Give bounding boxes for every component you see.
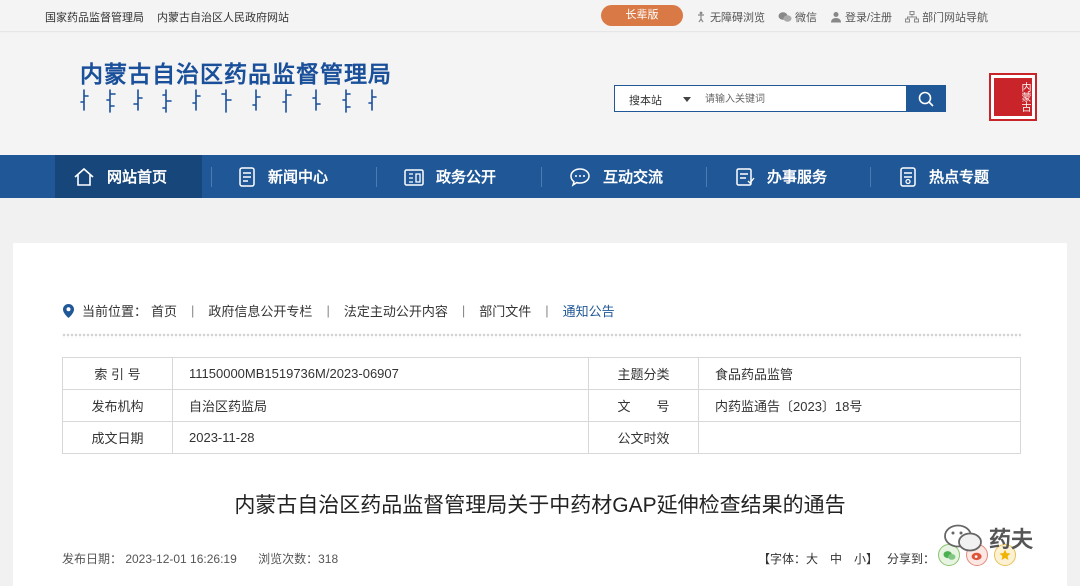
accessibility-icon <box>698 11 704 23</box>
breadcrumb-prefix: 当前位置： <box>82 304 148 319</box>
chevron-down-icon[interactable] <box>683 97 691 102</box>
accessibility-link[interactable]: 无障碍浏览 <box>695 9 765 25</box>
location-pin-icon <box>63 303 74 318</box>
meta-key: 索 引 号 <box>62 357 173 390</box>
accessibility-label: 无障碍浏览 <box>710 12 765 24</box>
table-row: 发布机构 自治区药监局 文 号 内药监通告〔2023〕18号 <box>62 389 1021 422</box>
link-nmpa[interactable]: 国家药品监督管理局 <box>45 12 144 24</box>
content-card: 当前位置： 首页 | 政府信息公开专栏 | 法定主动公开内容 | 部门文件 | … <box>13 243 1067 586</box>
gov-affairs-icon <box>404 168 424 186</box>
home-icon <box>74 167 94 186</box>
meta-key: 公文时效 <box>588 421 699 454</box>
service-icon <box>736 167 755 186</box>
breadcrumb: 当前位置： 首页 | 政府信息公开专栏 | 法定主动公开内容 | 部门文件 | … <box>63 301 629 320</box>
dept-nav-label: 部门网站导航 <box>922 12 989 24</box>
search-icon <box>918 91 934 107</box>
meta-key: 发布机构 <box>62 389 173 422</box>
search-box: 搜本站 <box>614 85 946 112</box>
sitemap-icon <box>905 11 920 23</box>
article-title: 内蒙古自治区药品监督管理局关于中药材GAP延伸检查结果的通告 <box>234 494 846 517</box>
nav-divider <box>541 167 542 187</box>
wechat-icon <box>778 12 792 22</box>
nav-item-news[interactable]: 新闻中心 <box>238 155 328 198</box>
breadcrumb-separator: | <box>461 303 466 318</box>
wechat-link[interactable]: 微信 <box>778 9 817 25</box>
breadcrumb-separator: | <box>191 303 195 318</box>
nav-item-gov-affairs[interactable]: 政务公开 <box>404 155 496 198</box>
login-link[interactable]: 登录/注册 <box>830 9 892 25</box>
link-nmg-gov[interactable]: 内蒙古自治区人民政府网站 <box>157 12 289 24</box>
document-meta-table: 索 引 号 11150000MB1519736M/2023-06907 主题分类… <box>62 357 1021 454</box>
search-scope-select[interactable]: 搜本站 <box>629 92 662 108</box>
top-links-right: 无障碍浏览 微信 登录/注册 部门网站导航 <box>695 9 1001 25</box>
login-label: 登录/注册 <box>845 12 893 24</box>
nav-item-service[interactable]: 办事服务 <box>735 155 827 198</box>
nav-label-service: 办事服务 <box>767 169 828 186</box>
meta-value: 自治区药监局 <box>172 389 589 422</box>
nav-divider <box>376 167 377 187</box>
nav-label-gov-affairs: 政务公开 <box>436 169 497 186</box>
breadcrumb-separator: | <box>545 303 549 318</box>
dotted-divider <box>62 333 1021 338</box>
breadcrumb-separator: | <box>326 303 330 318</box>
meta-value: 食品药品监管 <box>698 357 1021 390</box>
topic-icon <box>900 166 916 187</box>
breadcrumb-dept-docs[interactable]: 部门文件 <box>479 301 531 320</box>
meta-key: 成文日期 <box>62 421 173 454</box>
publish-date: 发布日期： 2023-12-01 16:26:19 <box>62 552 237 566</box>
breadcrumb-current[interactable]: 通知公告 <box>563 301 615 320</box>
meta-value: 11150000MB1519736M/2023-06907 <box>172 357 589 390</box>
elder-mode-button[interactable]: 长辈版 <box>601 5 683 26</box>
nav-label-interaction: 互动交流 <box>603 169 664 186</box>
meta-value <box>698 421 1021 454</box>
nav-divider <box>211 167 212 187</box>
breadcrumb-home[interactable]: 首页 <box>151 301 177 320</box>
wechat-watermark: 药夫 <box>943 522 1033 554</box>
seal-text: 内蒙古 <box>994 78 1032 116</box>
search-button[interactable] <box>906 85 946 112</box>
wechat-label: 微信 <box>795 12 817 24</box>
nav-item-interaction[interactable]: 互动交流 <box>569 155 663 198</box>
site-header: 内蒙古自治区药品监督管理局 搜本站 内蒙古 <box>0 33 1080 155</box>
meta-value: 内药监通告〔2023〕18号 <box>698 389 1021 422</box>
top-links-left: 国家药品监督管理局 内蒙古自治区人民政府网站 <box>45 9 299 25</box>
meta-value: 2023-11-28 <box>172 421 589 454</box>
meta-key: 主题分类 <box>588 357 699 390</box>
nav-label-news: 新闻中心 <box>268 169 329 186</box>
nav-item-topics[interactable]: 热点专题 <box>899 155 989 198</box>
top-bar: 国家药品监督管理局 内蒙古自治区人民政府网站 长辈版 无障碍浏览 微信 登录/注… <box>0 0 1080 32</box>
seal-emblem: 内蒙古 <box>989 73 1037 121</box>
chat-icon <box>570 167 590 187</box>
nav-label-home: 网站首页 <box>107 169 168 186</box>
font-size-switcher[interactable]: 【字体：大 中 小】 <box>758 550 878 567</box>
dept-nav-link[interactable]: 部门网站导航 <box>905 9 988 25</box>
share-label: 分享到： <box>887 552 936 566</box>
main-nav: 网站首页 新闻中心 政务公开 互动交流 办事服务 热点专题 <box>0 155 1080 198</box>
nav-divider <box>706 167 707 187</box>
watermark-text: 药夫 <box>989 527 1034 552</box>
mongolian-script-logo <box>80 89 377 113</box>
table-row: 索 引 号 11150000MB1519736M/2023-06907 主题分类… <box>62 357 1021 390</box>
view-count: 浏览次数：318 <box>258 552 339 566</box>
breadcrumb-gov-info[interactable]: 政府信息公开专栏 <box>208 301 312 320</box>
publish-info: 发布日期： 2023-12-01 16:26:19 浏览次数：318 <box>62 550 356 567</box>
breadcrumb-statutory[interactable]: 法定主动公开内容 <box>344 301 448 320</box>
nav-label-topics: 热点专题 <box>929 169 990 186</box>
site-title: 内蒙古自治区药品监督管理局 <box>80 61 392 88</box>
nav-item-home[interactable]: 网站首页 <box>55 155 202 198</box>
meta-key: 文 号 <box>588 389 699 422</box>
news-icon <box>239 166 255 187</box>
nav-divider <box>870 167 871 187</box>
wechat-icon <box>944 524 982 552</box>
user-icon <box>831 12 841 23</box>
table-row: 成文日期 2023-11-28 公文时效 <box>62 421 1021 454</box>
search-input[interactable] <box>705 90 905 108</box>
